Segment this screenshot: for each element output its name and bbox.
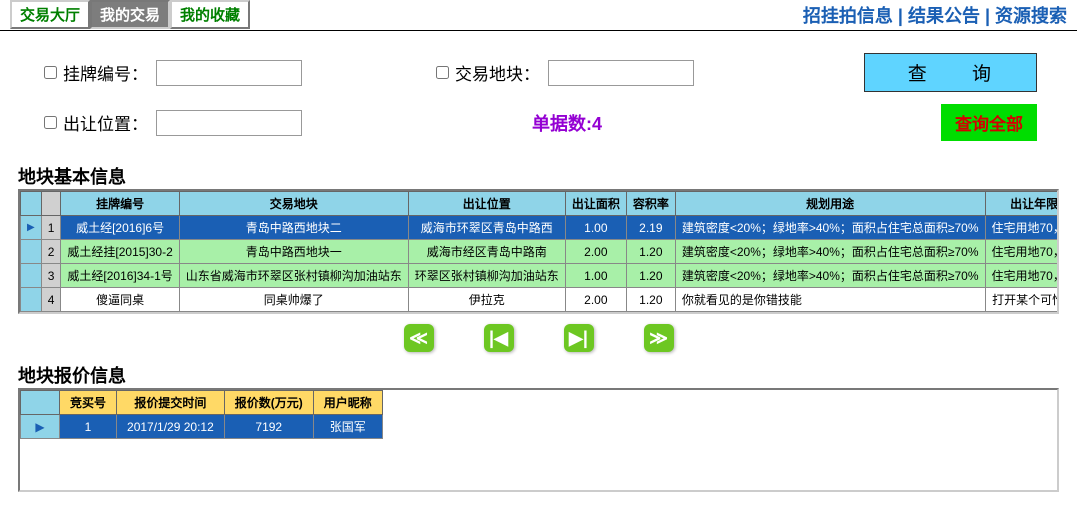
- table-row[interactable]: 4傻逼同桌同桌帅爆了伊拉克2.001.20你就看见的是你错技能打开某个可怜没: [21, 288, 1060, 312]
- main-tabs: 交易大厅 我的交易 我的收藏: [10, 0, 250, 29]
- land-table: 挂牌编号交易地块出让位置出让面积容积率规划用途出让年限▶1威土经[2016]6号…: [20, 191, 1059, 312]
- col-header[interactable]: 竞买号: [60, 391, 117, 415]
- loc-check[interactable]: [44, 116, 57, 129]
- section1-title: 地块基本信息: [0, 163, 1077, 189]
- table-row[interactable]: ▶1威土经[2016]6号青岛中路西地块二威海市环翠区青岛中路西1.002.19…: [21, 216, 1060, 240]
- tab-hall[interactable]: 交易大厅: [10, 0, 90, 29]
- loc-input[interactable]: [156, 110, 302, 136]
- listing-label: 挂牌编号：: [63, 60, 148, 85]
- section2-title: 地块报价信息: [0, 362, 1077, 388]
- record-count: 单据数:4: [532, 110, 602, 136]
- col-header[interactable]: 出让年限: [985, 192, 1059, 216]
- first-icon[interactable]: ≪: [404, 324, 434, 352]
- block-input[interactable]: [548, 60, 694, 86]
- block-label: 交易地块：: [455, 60, 540, 85]
- table-row[interactable]: 2威土经挂[2015]30-2青岛中路西地块一威海市经区青岛中路南2.001.2…: [21, 240, 1060, 264]
- table-row[interactable]: ▶12017/1/29 20:127192张国军: [21, 415, 383, 439]
- query-all-button[interactable]: 查询全部: [941, 104, 1037, 141]
- tab-mine[interactable]: 我的交易: [90, 0, 170, 29]
- next-icon[interactable]: ▶|: [564, 324, 594, 352]
- query-button[interactable]: 查 询: [864, 53, 1037, 92]
- loc-label: 出让位置：: [63, 110, 148, 135]
- col-header[interactable]: 出让位置: [408, 192, 565, 216]
- col-header[interactable]: 用户昵称: [313, 391, 382, 415]
- tab-fav[interactable]: 我的收藏: [170, 0, 250, 29]
- top-bar: 交易大厅 我的交易 我的收藏 招挂拍信息 | 结果公告 | 资源搜索: [0, 0, 1077, 31]
- bid-table: 竞买号报价提交时间报价数(万元)用户昵称▶12017/1/29 20:12719…: [20, 390, 383, 439]
- col-header[interactable]: 报价提交时间: [117, 391, 225, 415]
- table2-wrap[interactable]: 竞买号报价提交时间报价数(万元)用户昵称▶12017/1/29 20:12719…: [18, 388, 1059, 492]
- col-header[interactable]: 规划用途: [675, 192, 985, 216]
- col-header[interactable]: 交易地块: [179, 192, 408, 216]
- right-links[interactable]: 招挂拍信息 | 结果公告 | 资源搜索: [803, 0, 1067, 30]
- col-header[interactable]: 容积率: [626, 192, 675, 216]
- col-header[interactable]: 报价数(万元): [224, 391, 313, 415]
- pager: ≪ |◀ ▶| ≫: [0, 314, 1077, 362]
- col-header[interactable]: 出让面积: [565, 192, 626, 216]
- table1-wrap[interactable]: 挂牌编号交易地块出让位置出让面积容积率规划用途出让年限▶1威土经[2016]6号…: [18, 189, 1059, 314]
- table-row[interactable]: 3威土经[2016]34-1号山东省威海市环翠区张村镇柳沟加油站东环翠区张村镇柳…: [21, 264, 1060, 288]
- prev-icon[interactable]: |◀: [484, 324, 514, 352]
- last-icon[interactable]: ≫: [644, 324, 674, 352]
- block-check[interactable]: [436, 66, 449, 79]
- search-form: 挂牌编号： 交易地块： 查 询 出让位置： 单据数:4 查询全部: [0, 31, 1077, 163]
- col-header[interactable]: 挂牌编号: [61, 192, 179, 216]
- listing-check[interactable]: [44, 66, 57, 79]
- listing-input[interactable]: [156, 60, 302, 86]
